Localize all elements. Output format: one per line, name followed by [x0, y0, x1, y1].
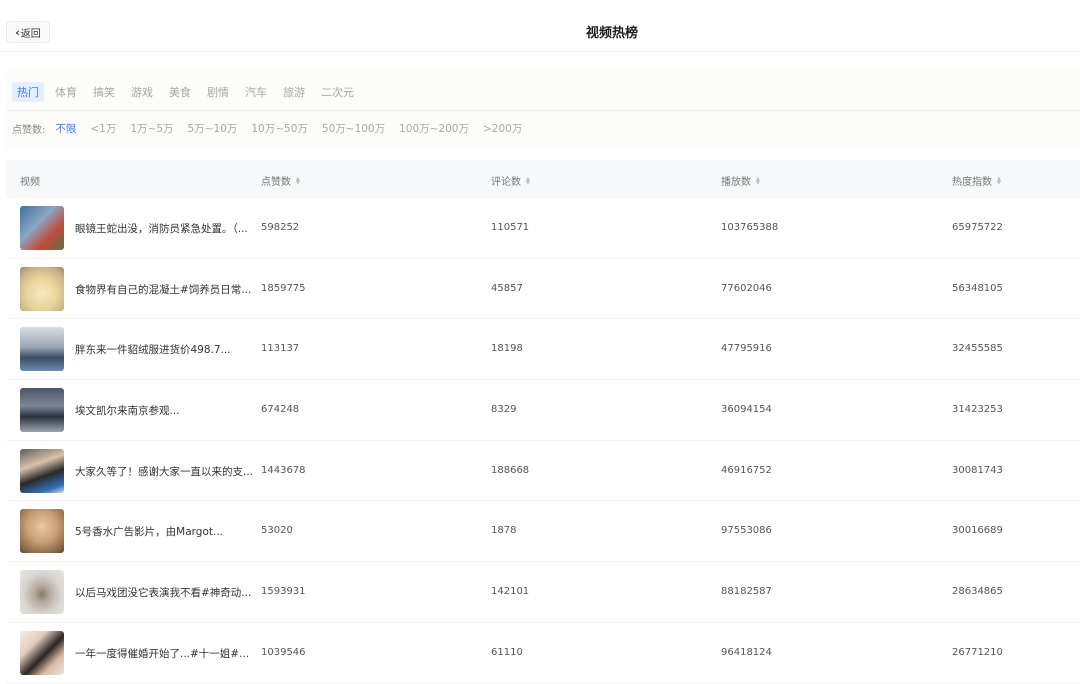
video-thumbnail[interactable] — [20, 388, 64, 433]
video-title[interactable]: 胖东来一件貂绒服进货价498.7... — [75, 342, 231, 357]
video-title[interactable]: 眼镜王蛇出没，消防员紧急处置。（... — [75, 221, 248, 236]
column-header-label: 视频 — [20, 177, 40, 188]
comments-cell: 1878 — [491, 525, 517, 537]
table-row[interactable]: 5号香水广告影片，由Margot... 53020 1878 97553086 … — [6, 501, 1080, 563]
table-row[interactable]: 眼镜王蛇出没，消防员紧急处置。（... 598252 110571 103765… — [6, 198, 1080, 259]
sort-icon[interactable]: ▲ ▼ — [756, 176, 760, 185]
comments-cell: 188668 — [491, 464, 530, 476]
likes-option[interactable]: 1万~5万 — [130, 121, 173, 136]
plays-cell: 103765388 — [721, 222, 779, 233]
plays-cell: 88182587 — [721, 586, 772, 598]
likes-cell: 1859775 — [261, 282, 306, 294]
comments-cell: 45857 — [491, 282, 523, 294]
tab-drama[interactable]: 剧情 — [202, 82, 234, 102]
video-ranking-table: 视频 点赞数 ▲ ▼ 评论数 ▲ ▼ 播放数 ▲ ▼ 热度指数 ▲ ▼ 眼镜王蛇出没，消… — [6, 160, 1080, 684]
plays-cell: 47795916 — [721, 343, 772, 355]
heat-cell: 31423253 — [952, 404, 1003, 416]
comments-cell: 18198 — [491, 343, 523, 355]
likes-option[interactable]: 10万~50万 — [251, 121, 308, 136]
video-title[interactable]: 食物界有自己的混凝土#饲养员日常... — [75, 282, 251, 297]
likes-cell: 113137 — [261, 343, 300, 355]
likes-option[interactable]: <1万 — [90, 121, 116, 136]
tab-funny[interactable]: 搞笑 — [88, 82, 120, 102]
tab-hot[interactable]: 热门 — [12, 82, 44, 102]
video-thumbnail[interactable] — [20, 570, 64, 615]
likes-cell: 674248 — [261, 404, 300, 416]
video-title[interactable]: 5号香水广告影片，由Margot... — [75, 524, 223, 539]
likes-filter: 点赞数: 不限 <1万 1万~5万 5万~10万 10万~50万 50万~100… — [12, 121, 536, 136]
sort-icon[interactable]: ▲ ▼ — [997, 176, 1001, 185]
column-header-plays[interactable]: 播放数 ▲ ▼ — [721, 173, 760, 188]
likes-cell: 1039546 — [261, 646, 306, 658]
likes-cell: 53020 — [261, 525, 293, 537]
likes-option[interactable]: 100万~200万 — [399, 121, 469, 136]
tab-games[interactable]: 游戏 — [126, 82, 158, 102]
table-row[interactable]: 食物界有自己的混凝土#饲养员日常... 1859775 45857 776020… — [6, 259, 1080, 320]
plays-cell: 77602046 — [721, 282, 772, 294]
column-header-label: 播放数 — [721, 177, 751, 188]
column-header-likes[interactable]: 点赞数 ▲ ▼ — [261, 173, 300, 188]
table-row[interactable]: 大家久等了！感谢大家一直以来的支... 1443678 188668 46916… — [6, 441, 1080, 502]
heat-cell: 65975722 — [952, 222, 1003, 233]
plays-cell: 96418124 — [721, 646, 772, 658]
plays-cell: 36094154 — [721, 404, 772, 416]
video-thumbnail[interactable] — [20, 266, 64, 311]
tab-cars[interactable]: 汽车 — [240, 82, 272, 102]
video-title[interactable]: 大家久等了！感谢大家一直以来的支... — [75, 464, 253, 479]
table-row[interactable]: 以后马戏团没它表演我不看#神奇动... 1593931 142101 88182… — [6, 562, 1080, 623]
likes-cell: 598252 — [261, 222, 300, 233]
sort-icon[interactable]: ▲ ▼ — [296, 176, 300, 185]
video-thumbnail[interactable] — [20, 206, 64, 250]
plays-cell: 46916752 — [721, 464, 772, 476]
column-header-heat[interactable]: 热度指数 ▲ ▼ — [952, 173, 1001, 188]
table-row[interactable]: 胖东来一件貂绒服进货价498.7... 113137 18198 4779591… — [6, 319, 1080, 381]
heat-cell: 30016689 — [952, 525, 1003, 537]
heat-cell: 56348105 — [952, 282, 1003, 294]
sort-icon[interactable]: ▲ ▼ — [526, 176, 530, 185]
filter-panel: 热门 体育 搞笑 游戏 美食 剧情 汽车 旅游 二次元 点赞数: 不限 <1万 … — [6, 68, 1080, 150]
comments-cell: 110571 — [491, 222, 530, 233]
video-title[interactable]: 埃文凯尔来南京参观... — [75, 403, 180, 418]
comments-cell: 142101 — [491, 586, 530, 598]
video-thumbnail[interactable] — [20, 448, 64, 493]
tab-food[interactable]: 美食 — [164, 82, 196, 102]
likes-cell: 1593931 — [261, 586, 306, 598]
page-title: 视频热榜 — [585, 26, 638, 41]
column-header-label: 评论数 — [491, 177, 521, 188]
video-thumbnail[interactable] — [20, 630, 64, 675]
top-bar: ‹ 返回 视频热榜 — [0, 0, 1080, 52]
video-thumbnail[interactable] — [20, 327, 64, 372]
filter-divider — [6, 110, 1080, 111]
tab-acg[interactable]: 二次元 — [316, 82, 359, 102]
tab-travel[interactable]: 旅游 — [278, 82, 310, 102]
video-title[interactable]: 一年一度得催婚开始了...#十一姐#... — [75, 646, 249, 661]
likes-option-any[interactable]: 不限 — [55, 121, 76, 136]
table-row[interactable]: 一年一度得催婚开始了...#十一姐#... 1039546 61110 9641… — [6, 623, 1080, 684]
table-row[interactable]: 埃文凯尔来南京参观... 674248 8329 36094154 314232… — [6, 380, 1080, 441]
likes-option[interactable]: 50万~100万 — [322, 121, 385, 136]
video-title[interactable]: 以后马戏团没它表演我不看#神奇动... — [75, 585, 251, 600]
likes-option[interactable]: 5万~10万 — [188, 121, 238, 136]
tab-sports[interactable]: 体育 — [50, 82, 82, 102]
comments-cell: 8329 — [491, 404, 517, 416]
comments-cell: 61110 — [491, 646, 523, 658]
column-header-comments[interactable]: 评论数 ▲ ▼ — [491, 173, 530, 188]
plays-cell: 97553086 — [721, 525, 772, 537]
likes-filter-label: 点赞数: — [12, 125, 46, 136]
heat-cell: 26771210 — [952, 646, 1003, 658]
column-header-label: 点赞数 — [261, 177, 291, 188]
likes-option[interactable]: >200万 — [483, 121, 522, 136]
likes-cell: 1443678 — [261, 464, 306, 476]
column-header-video: 视频 — [20, 173, 40, 188]
category-tabs: 热门 体育 搞笑 游戏 美食 剧情 汽车 旅游 二次元 — [12, 82, 365, 102]
video-thumbnail[interactable] — [20, 509, 64, 554]
column-header-label: 热度指数 — [952, 177, 992, 188]
heat-cell: 30081743 — [952, 464, 1003, 476]
table-header: 视频 点赞数 ▲ ▼ 评论数 ▲ ▼ 播放数 ▲ ▼ 热度指数 ▲ ▼ — [6, 160, 1080, 198]
heat-cell: 32455585 — [952, 343, 1003, 355]
heat-cell: 28634865 — [952, 586, 1003, 598]
